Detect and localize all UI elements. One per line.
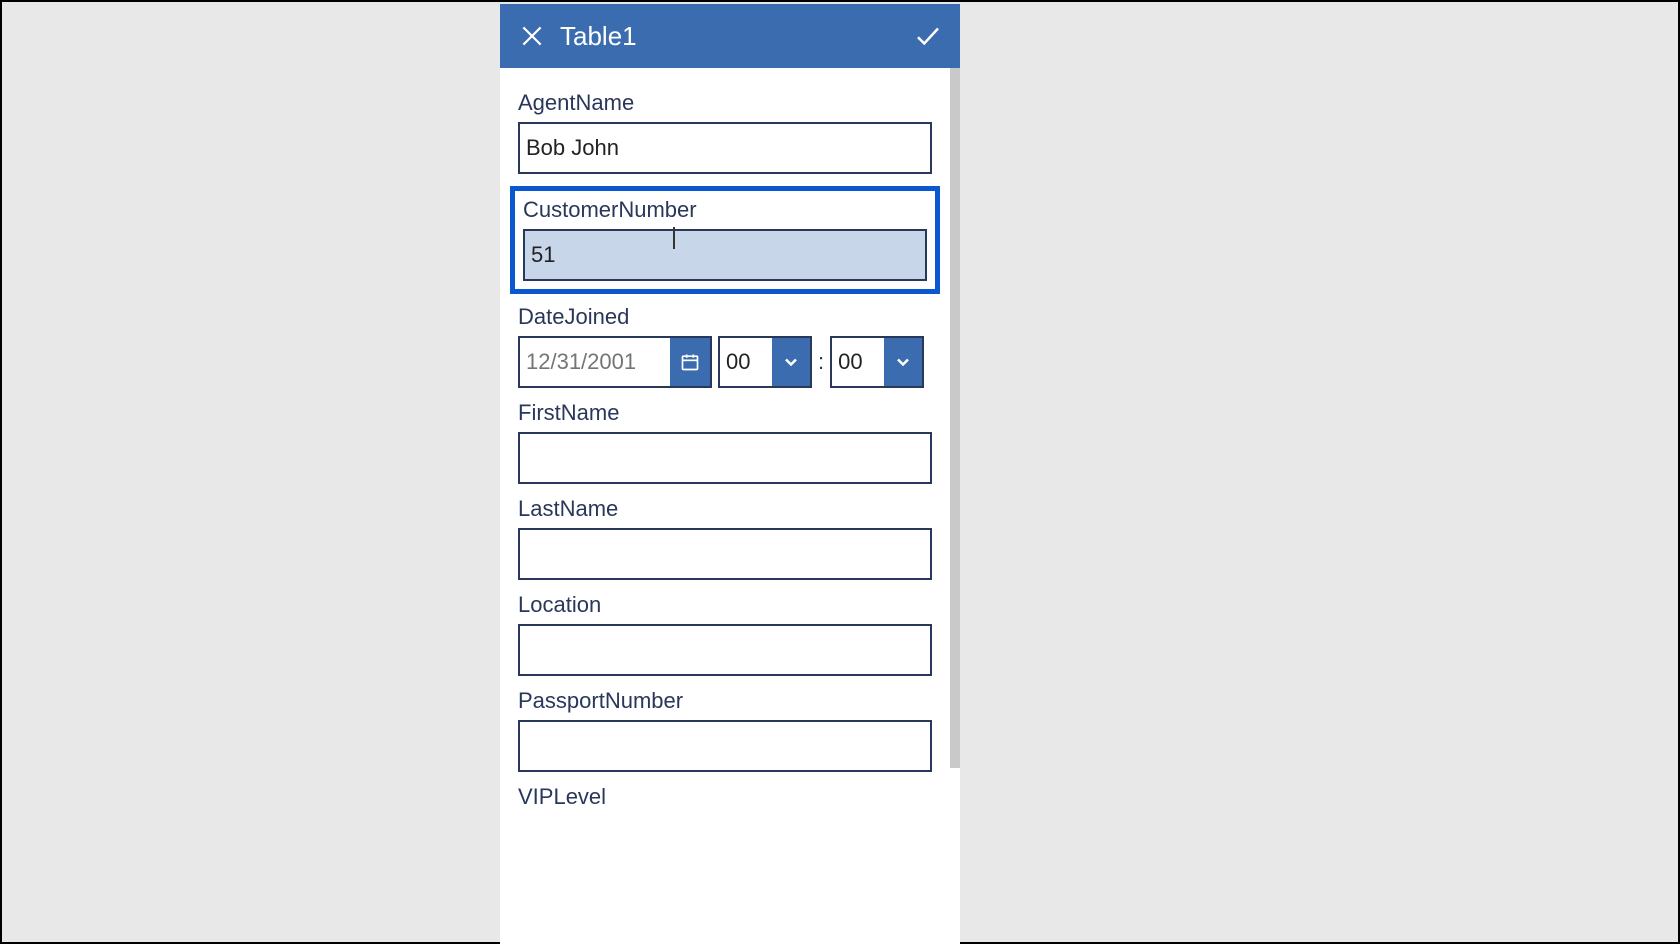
hour-select[interactable]: 00 [718,336,812,388]
last-name-label: LastName [518,496,932,522]
first-name-input[interactable] [518,432,932,484]
check-icon [913,21,943,51]
submit-button[interactable] [908,16,948,56]
date-joined-field: DateJoined [518,304,932,388]
chevron-down-icon [893,352,913,372]
date-picker-button[interactable] [670,338,710,386]
chevron-down-icon [781,352,801,372]
date-picker [518,336,712,388]
minute-select[interactable]: 00 [830,336,924,388]
titlebar: Table1 [500,4,960,68]
first-name-label: FirstName [518,400,932,426]
time-separator: : [818,336,824,388]
location-label: Location [518,592,932,618]
scrollbar-thumb[interactable] [950,68,960,768]
minute-value: 00 [832,338,884,386]
date-joined-label: DateJoined [518,304,932,330]
vip-level-field: VIPLevel [518,784,932,810]
agent-name-field: AgentName [518,90,932,174]
hour-value: 00 [720,338,772,386]
calendar-icon [680,352,700,372]
date-picker-input[interactable] [520,338,670,386]
close-button[interactable] [512,16,552,56]
customer-number-input[interactable] [523,229,927,281]
page-title: Table1 [552,21,908,52]
vip-level-label: VIPLevel [518,784,932,810]
last-name-field: LastName [518,496,932,580]
agent-name-input[interactable] [518,122,932,174]
passport-number-label: PassportNumber [518,688,932,714]
customer-number-label: CustomerNumber [523,197,927,223]
last-name-input[interactable] [518,528,932,580]
first-name-field: FirstName [518,400,932,484]
agent-name-label: AgentName [518,90,932,116]
minute-dropdown-button[interactable] [884,338,922,386]
scrollbar-track[interactable] [950,68,960,944]
customer-number-field: CustomerNumber [510,186,940,294]
passport-number-input[interactable] [518,720,932,772]
date-joined-row: 00 : 00 [518,336,932,388]
form-scroll-area: AgentName CustomerNumber DateJoined [500,68,960,944]
app-stage: Table1 AgentName CustomerNumber DateJoi [0,0,1680,944]
form-body: AgentName CustomerNumber DateJoined [500,68,950,822]
location-field: Location [518,592,932,676]
passport-number-field: PassportNumber [518,688,932,772]
location-input[interactable] [518,624,932,676]
hour-dropdown-button[interactable] [772,338,810,386]
close-icon [519,23,545,49]
form-window: Table1 AgentName CustomerNumber DateJoi [500,4,960,944]
